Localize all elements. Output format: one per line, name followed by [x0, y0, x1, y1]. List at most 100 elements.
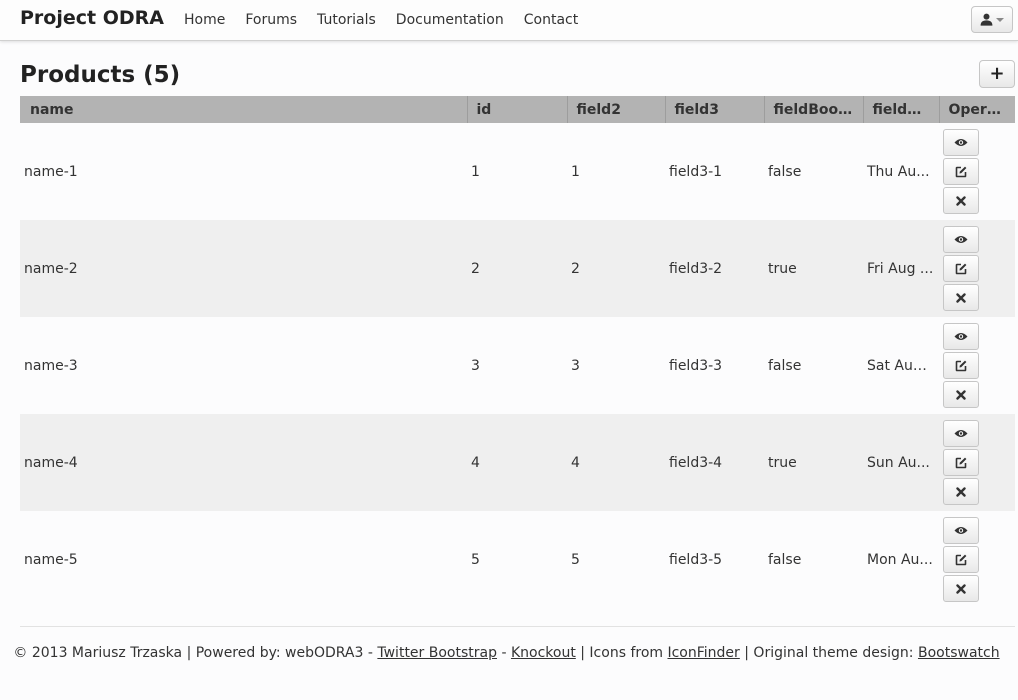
close-icon [956, 389, 966, 400]
cell-field3: field3-1 [669, 163, 723, 180]
cell-field3: field3-5 [669, 551, 723, 568]
view-button[interactable] [943, 226, 979, 253]
view-button[interactable] [943, 129, 979, 156]
eye-icon [954, 139, 968, 146]
cell-fielddate: Fri Aug ... [863, 220, 939, 317]
footer-link-iconfinder[interactable]: IconFinder [667, 645, 739, 661]
footer-theme-text: | Original theme design: [744, 645, 914, 661]
footer-icons-text: | Icons from [580, 645, 664, 661]
view-button[interactable] [943, 517, 979, 544]
cell-fielddate: Sun Au... [863, 414, 939, 511]
table-row: name-4 4 4 field3-4 true Sun Au... [20, 414, 1015, 511]
column-header-operations: Operat... [938, 96, 1015, 123]
footer-link-bootswatch[interactable]: Bootswatch [918, 645, 1000, 661]
delete-button[interactable] [943, 381, 979, 408]
cell-fielddate: Sat Aug... [867, 357, 936, 374]
cell-field2: 5 [571, 551, 580, 568]
cell-field3: field3-2 [665, 220, 764, 317]
column-header-name[interactable]: name [20, 96, 467, 123]
user-menu-button[interactable] [971, 6, 1013, 33]
delete-button[interactable] [943, 187, 979, 214]
edit-icon [955, 166, 967, 177]
cell-operations [939, 511, 1015, 608]
user-icon [980, 13, 993, 26]
view-button[interactable] [943, 323, 979, 350]
cell-fieldboolean: true [764, 414, 863, 511]
edit-icon [955, 360, 967, 371]
cell-name: name-1 [24, 163, 78, 180]
footer-divider [20, 626, 1015, 627]
delete-button[interactable] [943, 284, 979, 311]
column-header-field2[interactable]: field2 [566, 96, 665, 123]
close-icon [956, 292, 966, 303]
cell-field3: field3-3 [669, 357, 723, 374]
cell-name: name-3 [24, 357, 78, 374]
cell-field2: 1 [571, 163, 580, 180]
cell-operations [939, 123, 1015, 220]
column-header-fieldboolean[interactable]: fieldBoolean [763, 96, 863, 123]
edit-icon [955, 554, 967, 565]
table-row: name-3 3 3 field3-3 false Sat Aug... [20, 317, 1015, 414]
cell-operations [939, 317, 1015, 414]
column-header-field3[interactable]: field3 [664, 96, 764, 123]
cell-fielddate: Mon Au... [867, 551, 933, 568]
edit-icon [955, 457, 967, 468]
cell-field3: field3-4 [665, 414, 764, 511]
edit-button[interactable] [943, 255, 979, 282]
column-header-id[interactable]: id [466, 96, 567, 123]
nav-forums-link[interactable]: Forums [235, 0, 307, 40]
table-header-row: name id field2 field3 fieldBoolean field… [20, 96, 1015, 123]
cell-id: 5 [471, 551, 480, 568]
nav-documentation-link[interactable]: Documentation [386, 0, 514, 40]
close-icon [956, 486, 966, 497]
table-row: name-2 2 2 field3-2 true Fri Aug ... [20, 220, 1015, 317]
table-row: name-5 5 5 field3-5 false Mon Au... [20, 511, 1015, 608]
cell-fieldboolean: true [764, 220, 863, 317]
cell-fieldboolean: false [768, 551, 802, 568]
edit-icon [955, 263, 967, 274]
products-table: name id field2 field3 fieldBoolean field… [20, 96, 1015, 608]
nav-home-link[interactable]: Home [174, 0, 235, 40]
footer: © 2013 Mariusz Trzaska | Powered by: web… [0, 645, 1018, 661]
eye-icon [954, 527, 968, 534]
footer-copyright: © 2013 Mariusz Trzaska | Powered by: web… [13, 645, 373, 661]
cell-operations [939, 414, 1015, 511]
cell-fieldboolean: false [768, 357, 802, 374]
eye-icon [954, 333, 968, 340]
column-header-fielddate[interactable]: fieldDate [862, 96, 939, 123]
nav-links: Home Forums Tutorials Documentation Cont… [174, 0, 588, 40]
cell-fielddate: Thu Au... [867, 163, 930, 180]
footer-separator: - [501, 645, 507, 661]
nav-tutorials-link[interactable]: Tutorials [307, 0, 386, 40]
brand-link[interactable]: Project ODRA [20, 7, 164, 29]
page-title: Products (5) [20, 62, 181, 88]
table-row: name-1 1 1 field3-1 false Thu Au... [20, 123, 1015, 220]
edit-button[interactable] [943, 352, 979, 379]
cell-name: name-5 [24, 551, 78, 568]
delete-button[interactable] [943, 575, 979, 602]
cell-operations [939, 220, 1015, 317]
footer-link-knockout[interactable]: Knockout [511, 645, 576, 661]
edit-button[interactable] [943, 158, 979, 185]
cell-id: 4 [467, 414, 567, 511]
cell-name: name-2 [20, 220, 467, 317]
close-icon [956, 583, 966, 594]
cell-field2: 2 [567, 220, 665, 317]
nav-contact-link[interactable]: Contact [514, 0, 588, 40]
chevron-down-icon [996, 17, 1004, 22]
cell-name: name-4 [20, 414, 467, 511]
cell-id: 3 [471, 357, 480, 374]
add-product-button[interactable]: + [979, 60, 1015, 88]
eye-icon [954, 430, 968, 437]
view-button[interactable] [943, 420, 979, 447]
edit-button[interactable] [943, 546, 979, 573]
delete-button[interactable] [943, 478, 979, 505]
footer-link-bootstrap[interactable]: Twitter Bootstrap [377, 645, 497, 661]
eye-icon [954, 236, 968, 243]
edit-button[interactable] [943, 449, 979, 476]
cell-id: 1 [471, 163, 480, 180]
cell-id: 2 [467, 220, 567, 317]
cell-field2: 4 [567, 414, 665, 511]
cell-fieldboolean: false [768, 163, 802, 180]
navbar: Project ODRA Home Forums Tutorials Docum… [0, 0, 1018, 41]
